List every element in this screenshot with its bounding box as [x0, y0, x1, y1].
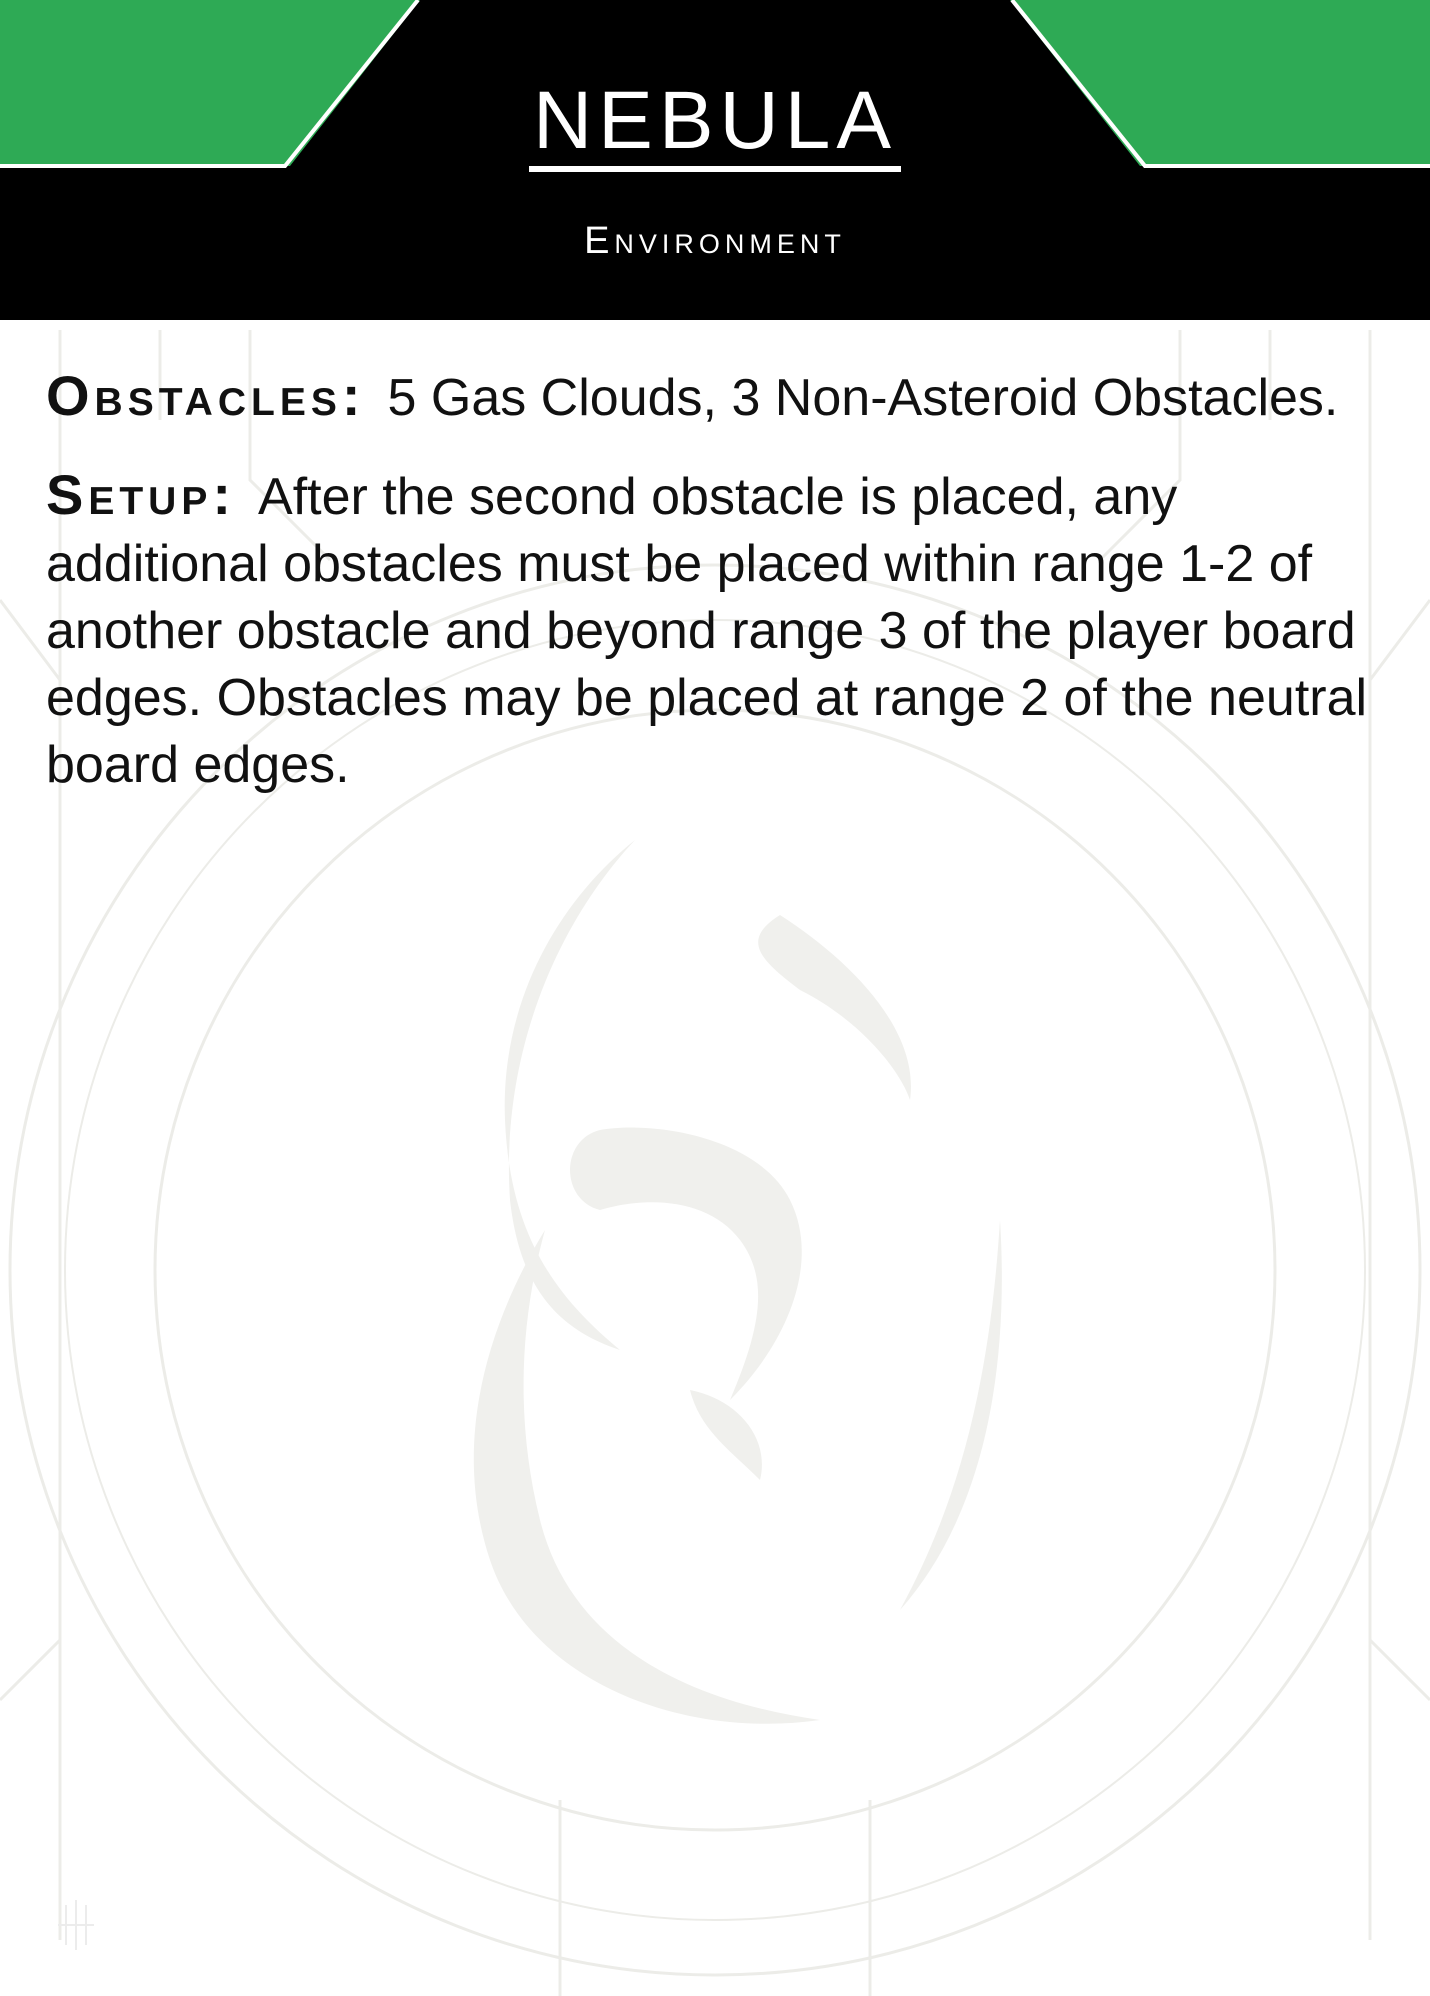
obstacles-rule: Obstacles: 5 Gas Clouds, 3 Non-Asteroid O… — [46, 362, 1386, 432]
faction-emblem-icon — [473, 840, 1002, 1724]
obstacles-label: Obstacles: — [46, 364, 366, 427]
card-title: NEBULA — [0, 80, 1430, 172]
environment-card: NEBULA Environment Obstacles: 5 Gas Cloud… — [0, 0, 1430, 1996]
obstacles-text: 5 Gas Clouds, 3 Non-Asteroid Obstacles. — [387, 369, 1339, 427]
setup-rule: Setup: After the second obstacle is place… — [46, 461, 1386, 799]
setup-label: Setup: — [46, 463, 237, 526]
card-title-text: NEBULA — [528, 80, 902, 172]
card-body: Obstacles: 5 Gas Clouds, 3 Non-Asteroid O… — [46, 362, 1386, 828]
card-subtitle: Environment — [584, 220, 846, 262]
setup-text: After the second obstacle is placed, any… — [46, 468, 1368, 794]
small-emblem-icon — [58, 1900, 94, 1950]
